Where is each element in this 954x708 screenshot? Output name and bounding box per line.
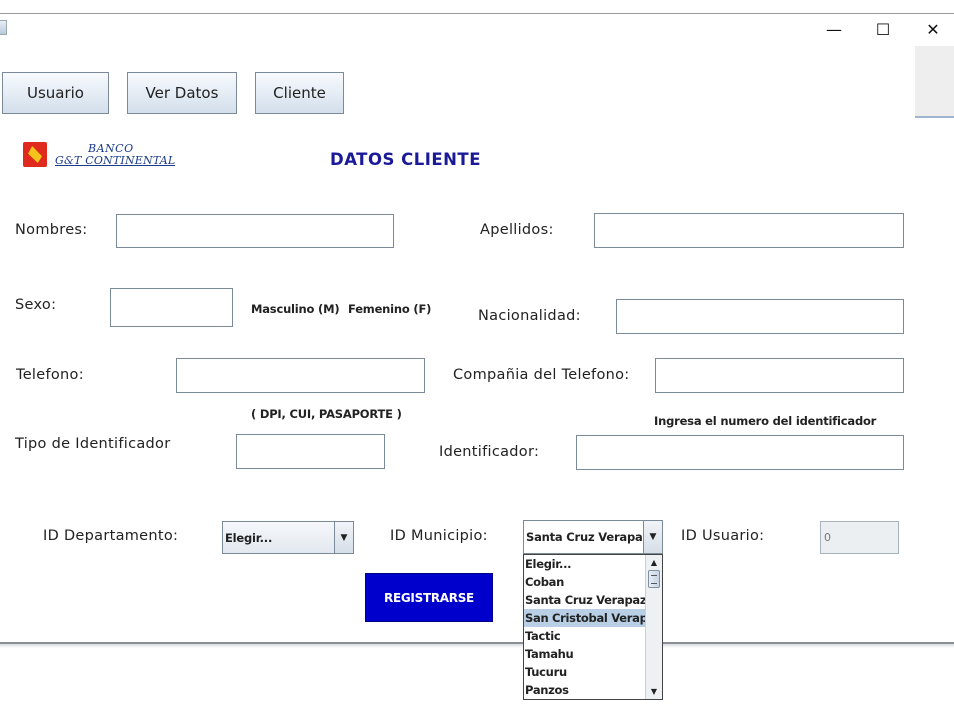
cliente-button[interactable]: Cliente — [255, 72, 344, 114]
compania-label: Compañia del Telefono: — [453, 367, 630, 383]
identificador-field[interactable] — [576, 435, 904, 470]
dropdown-option[interactable]: Tucuru — [524, 663, 646, 681]
dropdown-scrollbar[interactable]: ▲ ▼ — [645, 555, 662, 699]
municipio-value: Santa Cruz Verapaz — [526, 530, 643, 544]
maximize-icon: ☐ — [875, 19, 891, 39]
departamento-value: Elegir... — [225, 530, 273, 545]
compania-input[interactable] — [656, 359, 903, 392]
scroll-down-icon[interactable]: ▼ — [646, 684, 662, 699]
window-top-strip — [0, 0, 954, 13]
compania-field[interactable] — [655, 358, 904, 393]
municipio-options: Elegir... Coban Santa Cruz Verapaz San Cris… — [524, 555, 646, 699]
dropdown-option[interactable]: Panzos — [524, 681, 646, 699]
dropdown-option[interactable]: Tactic — [524, 627, 646, 645]
apellidos-field[interactable] — [594, 213, 904, 248]
identificador-input[interactable] — [577, 436, 903, 469]
title-bar-divider — [0, 13, 954, 14]
usuario-button[interactable]: Usuario — [2, 72, 109, 114]
close-button[interactable]: ✕ — [910, 17, 954, 41]
nombres-label: Nombres: — [15, 222, 88, 238]
sexo-input[interactable] — [111, 289, 232, 326]
apellidos-label: Apellidos: — [480, 222, 554, 238]
telefono-field[interactable] — [176, 358, 425, 393]
nacionalidad-label: Nacionalidad: — [478, 308, 581, 324]
close-icon: ✕ — [926, 19, 940, 39]
ver-datos-button[interactable]: Ver Datos — [127, 72, 237, 114]
side-panel-fragment — [915, 46, 954, 118]
panel-shadow — [0, 644, 954, 648]
bank-logo-icon — [23, 142, 47, 167]
dropdown-option[interactable]: Tamahu — [524, 645, 646, 663]
municipio-label: ID Municipio: — [390, 528, 488, 544]
nombres-input[interactable] — [117, 215, 393, 247]
chevron-down-icon[interactable]: ▼ — [643, 521, 662, 553]
dropdown-option[interactable]: Elegir... — [524, 555, 646, 573]
sexo-hint-femenino: Femenino (F) — [348, 302, 432, 316]
java-app-icon — [0, 20, 7, 35]
departamento-label: ID Departamento: — [43, 528, 179, 544]
page-title: DATOS CLIENTE — [330, 150, 481, 169]
tipo-identificador-field[interactable] — [236, 434, 385, 469]
scroll-thumb[interactable] — [648, 570, 660, 588]
sexo-hint-masculino: Masculino (M) — [251, 302, 340, 316]
usuario-id-field: 0 — [820, 521, 899, 554]
scroll-up-icon[interactable]: ▲ — [646, 555, 662, 570]
apellidos-input[interactable] — [595, 214, 903, 247]
usuario-id-label: ID Usuario: — [681, 528, 765, 544]
dropdown-option[interactable]: Coban — [524, 573, 646, 591]
minimize-button[interactable]: — — [811, 17, 857, 41]
municipio-dropdown-list[interactable]: Elegir... Coban Santa Cruz Verapaz San Cris… — [523, 554, 663, 700]
tipo-identificador-label: Tipo de Identificador — [15, 436, 171, 452]
dropdown-option[interactable]: San Cristobal Verapaz — [524, 609, 646, 627]
registrarse-button[interactable]: REGISTRARSE — [365, 573, 493, 622]
chevron-down-icon[interactable]: ▼ — [334, 522, 353, 553]
tipo-identificador-input[interactable] — [237, 435, 384, 468]
telefono-input[interactable] — [177, 359, 424, 392]
sexo-label: Sexo: — [15, 297, 57, 313]
sexo-field[interactable] — [110, 288, 233, 327]
dropdown-option[interactable]: Santa Cruz Verapaz — [524, 591, 646, 609]
nacionalidad-input[interactable] — [617, 300, 903, 333]
maximize-button[interactable]: ☐ — [860, 17, 906, 41]
logo-underline — [55, 165, 175, 166]
nacionalidad-field[interactable] — [616, 299, 904, 334]
identificador-label: Identificador: — [439, 444, 540, 460]
telefono-label: Telefono: — [16, 367, 84, 383]
departamento-select[interactable]: Elegir... ▼ — [222, 521, 354, 554]
id-type-hint: ( DPI, CUI, PASAPORTE ) — [251, 407, 402, 421]
identificador-hint: Ingresa el numero del identificador — [654, 414, 877, 428]
nombres-field[interactable] — [116, 214, 394, 248]
minimize-icon: — — [826, 19, 842, 39]
municipio-select[interactable]: Santa Cruz Verapaz ▼ — [523, 520, 663, 554]
